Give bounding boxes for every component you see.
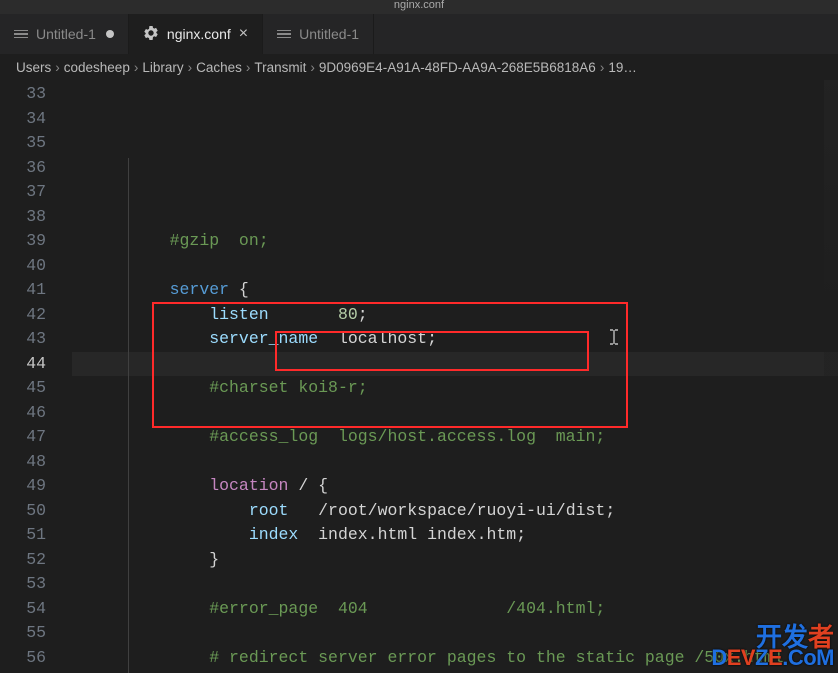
code-editor[interactable]: 3334353637383940414243444546474849505152… (0, 80, 838, 673)
code-line[interactable]: #error_page 404 /404.html; (130, 597, 838, 622)
line-number: 52 (0, 548, 46, 573)
line-number: 55 (0, 621, 46, 646)
line-number: 42 (0, 303, 46, 328)
window-titlebar: nginx.conf (0, 0, 838, 14)
crumb[interactable]: Caches (196, 60, 242, 75)
chevron-right-icon: › (55, 60, 60, 75)
tab-untitled-1b[interactable]: Untitled-1 (263, 14, 374, 54)
tab-label: nginx.conf (167, 26, 231, 42)
tab-label: Untitled-1 (36, 26, 96, 42)
code-line[interactable] (130, 352, 838, 377)
line-number: 49 (0, 474, 46, 499)
line-number: 56 (0, 646, 46, 671)
code-line[interactable]: } (130, 548, 838, 573)
tab-label: Untitled-1 (299, 26, 359, 42)
crumb[interactable]: Users (16, 60, 51, 75)
crumb[interactable]: 9D0969E4-A91A-48FD-AA9A-268E5B6818A6 (319, 60, 596, 75)
code-line[interactable]: root /root/workspace/ruoyi-ui/dist; (130, 499, 838, 524)
line-number: 34 (0, 107, 46, 132)
indent-guide (128, 158, 129, 673)
close-icon[interactable]: × (239, 25, 248, 43)
code-line[interactable]: location / { (130, 474, 838, 499)
line-number: 43 (0, 327, 46, 352)
line-number: 36 (0, 156, 46, 181)
code-line[interactable]: server_name localhost; (130, 327, 838, 352)
line-number: 51 (0, 523, 46, 548)
code-area[interactable]: #gzip on; server { listen 80; server_nam… (72, 80, 838, 673)
line-number: 48 (0, 450, 46, 475)
file-icon (14, 30, 28, 39)
crumb[interactable]: Library (142, 60, 183, 75)
line-number-gutter: 3334353637383940414243444546474849505152… (0, 80, 72, 673)
chevron-right-icon: › (310, 60, 315, 75)
code-line[interactable] (130, 572, 838, 597)
breadcrumb[interactable]: Users› codesheep› Library› Caches› Trans… (0, 54, 838, 80)
chevron-right-icon: › (600, 60, 605, 75)
line-number: 53 (0, 572, 46, 597)
chevron-right-icon: › (246, 60, 251, 75)
code-line[interactable]: # redirect server error pages to the sta… (130, 646, 838, 671)
gear-icon (143, 25, 159, 44)
line-number: 41 (0, 278, 46, 303)
line-number: 54 (0, 597, 46, 622)
code-line[interactable] (130, 621, 838, 646)
code-line[interactable] (130, 254, 838, 279)
code-line[interactable]: #access_log logs/host.access.log main; (130, 425, 838, 450)
tab-bar: Untitled-1 nginx.conf × Untitled-1 (0, 14, 838, 54)
code-line[interactable]: listen 80; (130, 303, 838, 328)
code-line[interactable]: index index.html index.htm; (130, 523, 838, 548)
crumb[interactable]: codesheep (64, 60, 130, 75)
line-number: 46 (0, 401, 46, 426)
code-line[interactable] (130, 401, 838, 426)
modified-dot-icon (106, 30, 114, 38)
line-number: 45 (0, 376, 46, 401)
tab-untitled-1[interactable]: Untitled-1 (0, 14, 129, 54)
line-number: 44 (0, 352, 46, 377)
code-line[interactable] (130, 450, 838, 475)
minimap[interactable] (824, 80, 838, 673)
line-number: 38 (0, 205, 46, 230)
crumb[interactable]: 19… (608, 60, 637, 75)
line-number: 37 (0, 180, 46, 205)
code-line[interactable]: server { (130, 278, 838, 303)
crumb[interactable]: Transmit (254, 60, 306, 75)
file-icon (277, 30, 291, 39)
code-line[interactable]: #charset koi8-r; (130, 376, 838, 401)
window-title: nginx.conf (394, 0, 444, 11)
line-number: 33 (0, 82, 46, 107)
code-line[interactable]: #gzip on; (130, 229, 838, 254)
chevron-right-icon: › (134, 60, 139, 75)
chevron-right-icon: › (188, 60, 193, 75)
line-number: 39 (0, 229, 46, 254)
text-cursor-icon (607, 329, 621, 345)
line-number: 47 (0, 425, 46, 450)
line-number: 50 (0, 499, 46, 524)
line-number: 40 (0, 254, 46, 279)
line-number: 35 (0, 131, 46, 156)
tab-nginx-conf[interactable]: nginx.conf × (129, 14, 263, 54)
